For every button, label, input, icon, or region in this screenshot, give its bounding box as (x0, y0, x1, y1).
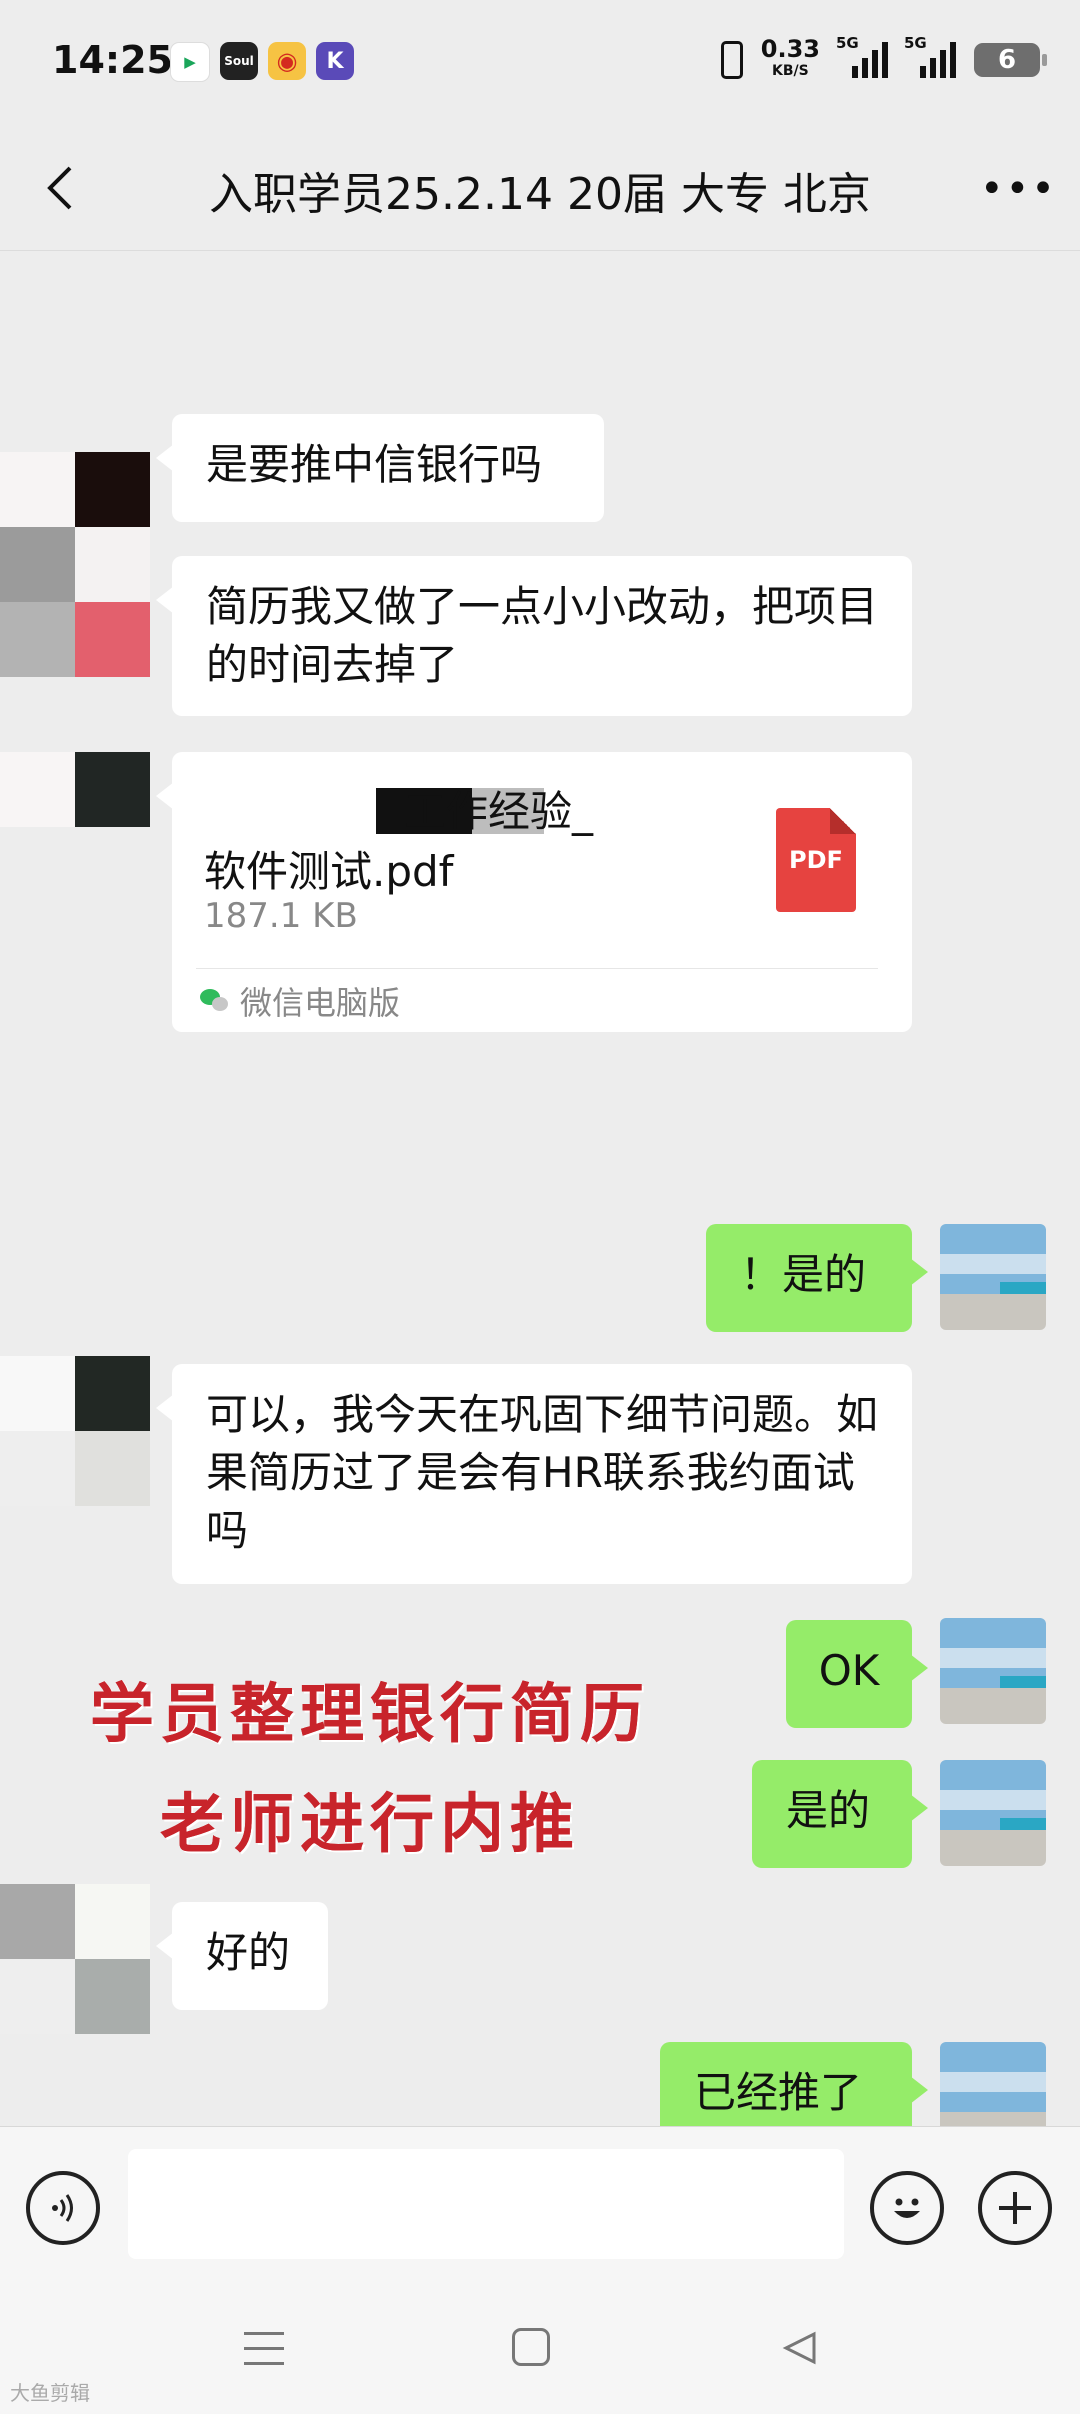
contact-avatar[interactable] (0, 1884, 150, 2034)
status-time: 14:25 (52, 38, 173, 82)
message-bubble-incoming[interactable]: 简历我又做了一点小小改动，把项目的时间去掉了 (156, 556, 912, 716)
my-avatar[interactable] (940, 1224, 1046, 1330)
emoji-icon[interactable] (870, 2171, 944, 2245)
voice-input-icon[interactable] (26, 2171, 100, 2245)
plus-icon[interactable] (978, 2171, 1052, 2245)
message-input[interactable] (128, 2149, 844, 2259)
chat-title: 入职学员25.2.14 20届 大专 北京 (209, 169, 871, 220)
message-bubble-incoming[interactable]: 好的 (156, 1902, 328, 2010)
k-app-icon: K (316, 42, 354, 80)
message-bubble-outgoing[interactable]: OK (786, 1620, 928, 1728)
video-app-icon: ▶ (170, 42, 210, 82)
file-card-divider (196, 968, 878, 969)
input-bar (0, 2126, 1080, 2283)
vibrate-icon (720, 41, 743, 79)
file-name: 工作经验_ 软件测试.pdf (204, 787, 594, 896)
pdf-file-icon: PDF (776, 808, 856, 912)
overlay-line-2: 老师进行内推 (160, 1787, 580, 1862)
more-options-icon[interactable]: ••• (980, 166, 1055, 212)
overlay-line-1: 学员整理银行简历 (90, 1677, 650, 1752)
my-avatar[interactable] (940, 1618, 1046, 1724)
contact-avatar[interactable] (0, 452, 150, 602)
chat-header: 入职学员25.2.14 20届 大专 北京 ••• (0, 128, 1080, 251)
contact-avatar[interactable] (0, 752, 150, 828)
file-message-card[interactable]: 工作经验_ 软件测试.pdf 187.1 KB PDF 微信电脑版 (156, 752, 912, 1032)
soul-app-icon: Soul (220, 42, 258, 80)
back-arrow-icon[interactable] (40, 160, 80, 216)
message-bubble-incoming[interactable]: 是要推中信银行吗 (156, 414, 604, 522)
wechat-icon (200, 989, 230, 1013)
status-right: 0.33 KB/S 5G 5G 6 (720, 34, 1047, 84)
watermark: 大鱼剪辑 (10, 2381, 90, 2405)
file-source: 微信电脑版 (200, 978, 400, 1024)
battery-indicator: 6 (974, 43, 1047, 77)
my-avatar[interactable] (940, 1760, 1046, 1866)
nav-back-icon[interactable] (780, 2328, 820, 2368)
weibo-app-icon: ◉ (268, 42, 306, 80)
menu-icon[interactable] (244, 2332, 284, 2366)
message-bubble-outgoing[interactable]: ！是的 (706, 1224, 928, 1332)
contact-avatar-part (0, 602, 150, 677)
message-bubble-outgoing[interactable]: 是的 (752, 1760, 928, 1868)
message-bubble-incoming[interactable]: 可以，我今天在巩固下细节问题。如果简历过了是会有HR联系我约面试吗 (156, 1364, 912, 1584)
system-nav-bar: 大鱼剪辑 (0, 2282, 1080, 2414)
status-bar: 14:25 ▶ Soul ◉ K 0.33 KB/S 5G 5G 6 (0, 0, 1080, 128)
promo-overlay-text: 学员整理银行简历 老师进行内推 (30, 1660, 710, 1880)
file-size: 187.1 KB (204, 896, 358, 936)
signal-icon-2: 5G (904, 34, 956, 78)
contact-avatar[interactable] (0, 1356, 150, 1506)
home-icon[interactable] (512, 2328, 550, 2366)
signal-icon: 5G (836, 34, 888, 78)
net-speed: 0.33 KB/S (760, 35, 820, 79)
